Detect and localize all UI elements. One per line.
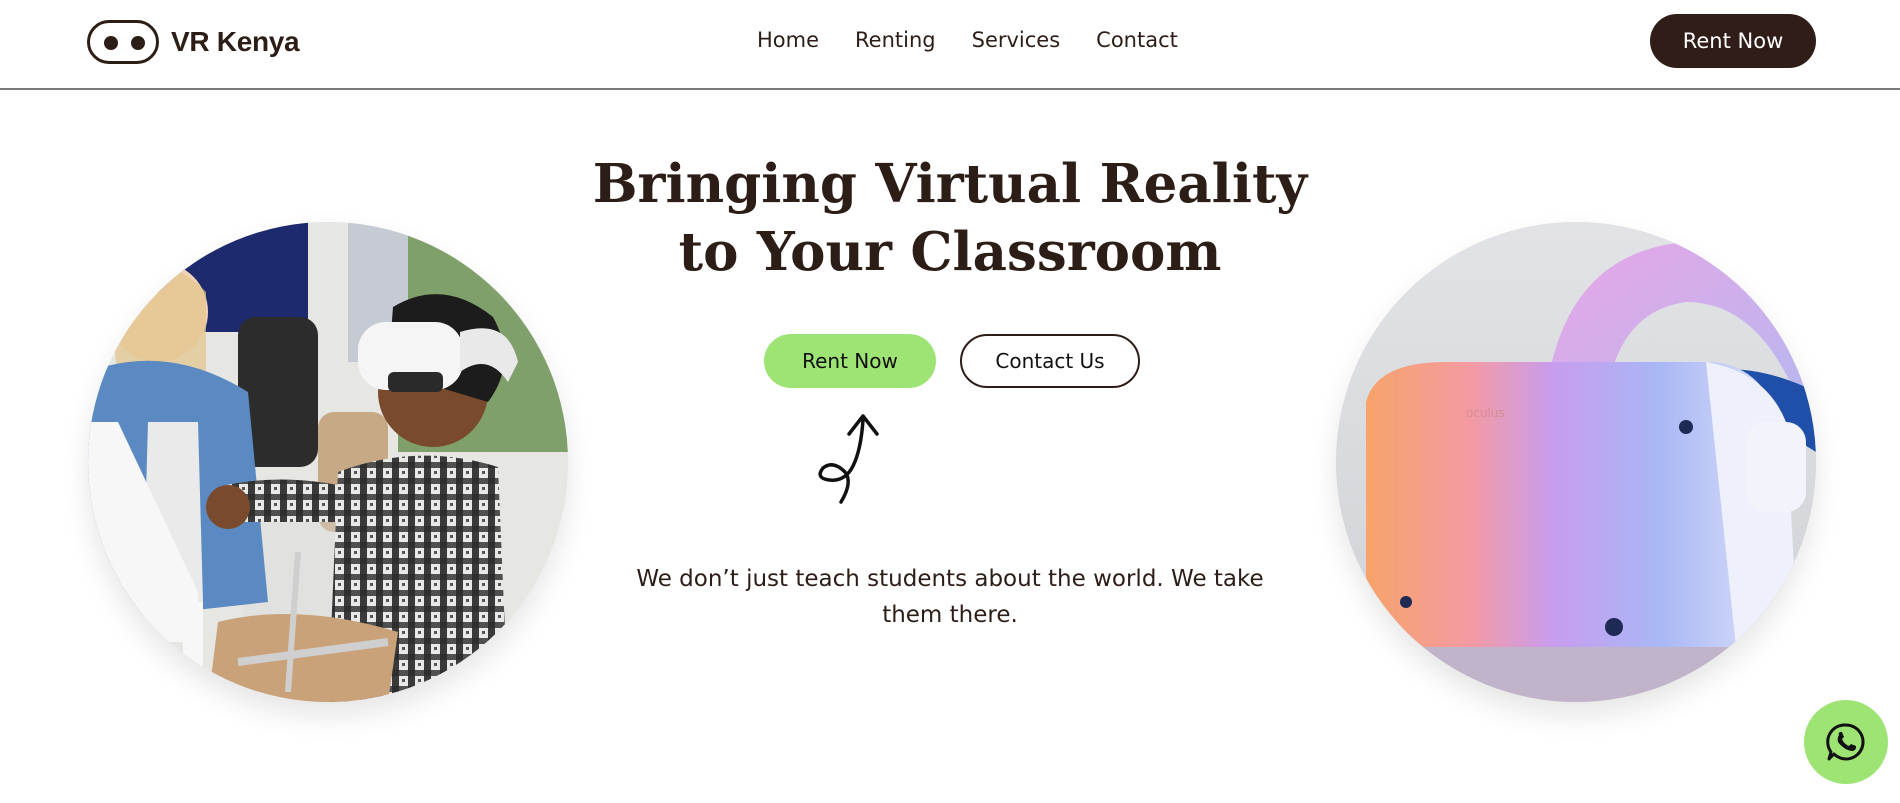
vr-headset-product-photo: oculus xyxy=(1336,222,1816,702)
header-rent-now-button[interactable]: Rent Now xyxy=(1650,14,1816,68)
nav-item-renting[interactable]: Renting xyxy=(855,28,936,52)
hero-tagline: We don’t just teach students about the w… xyxy=(636,566,1264,628)
svg-text:oculus: oculus xyxy=(1466,406,1505,420)
hero-title: Bringing Virtual Reality to Your Classro… xyxy=(550,150,1350,286)
students-using-vr-headset-photo xyxy=(88,222,568,702)
hero-rent-now-button[interactable]: Rent Now xyxy=(764,334,936,388)
nav-item-services[interactable]: Services xyxy=(972,28,1061,52)
main-nav: Home Renting Services Contact xyxy=(757,28,1178,52)
whatsapp-button[interactable] xyxy=(1804,700,1888,784)
logo-eye-right xyxy=(131,35,145,50)
students-photo-illustration xyxy=(88,222,568,702)
nav-item-home[interactable]: Home xyxy=(757,28,819,52)
vr-headset-eyes-icon xyxy=(87,19,159,64)
logo-eye-left xyxy=(104,35,118,50)
hero-title-line-2: to Your Classroom xyxy=(678,221,1222,283)
whatsapp-icon xyxy=(1826,723,1865,761)
nav-item-contact[interactable]: Contact xyxy=(1096,28,1178,52)
vr-headset-illustration: oculus xyxy=(1336,222,1816,702)
squiggly-arrow-icon xyxy=(818,414,879,504)
hero-title-line-1: Bringing Virtual Reality xyxy=(592,153,1308,215)
hero-contact-us-button[interactable]: Contact Us xyxy=(960,334,1140,388)
site-header: VR Kenya Home Renting Services Contact R… xyxy=(0,0,1900,90)
logo[interactable]: VR Kenya xyxy=(87,19,300,64)
brand-name: VR Kenya xyxy=(171,25,300,57)
